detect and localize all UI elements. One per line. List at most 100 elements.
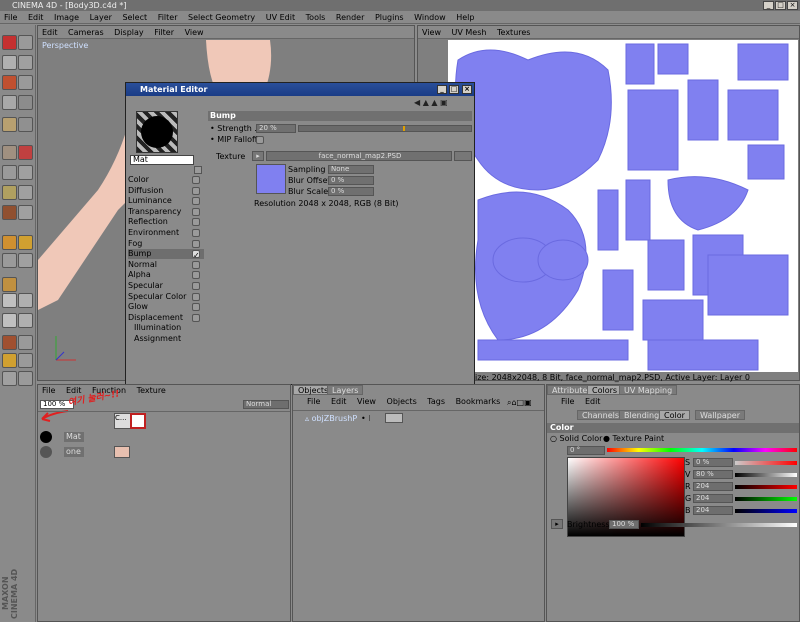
select-rect-icon[interactable]	[2, 165, 17, 180]
subtab-blending[interactable]: Blending	[619, 410, 665, 420]
star-icon[interactable]	[18, 235, 33, 250]
subtab-color[interactable]: Color	[659, 410, 690, 420]
texture-file-button[interactable]: face_normal_map2.PSD	[266, 151, 452, 161]
channel-checkbox[interactable]	[192, 271, 200, 279]
object-tags-icon[interactable]	[385, 413, 403, 423]
channel-alpha[interactable]: Alpha	[128, 270, 204, 280]
dialog-nav-arrows-icon[interactable]: ◀ ▲ ▲ ▣	[414, 98, 472, 107]
channel-assignment[interactable]: Assignment	[128, 334, 204, 344]
column-bump-icon[interactable]	[130, 413, 146, 429]
g-slider[interactable]	[735, 497, 797, 501]
brush-icon[interactable]	[2, 145, 17, 160]
uv-texture-canvas[interactable]	[448, 40, 798, 372]
channel-checkbox[interactable]	[192, 197, 200, 205]
lasso-icon[interactable]	[18, 165, 33, 180]
material-name-field[interactable]: Mat	[130, 155, 194, 165]
maximize-button[interactable]: □	[775, 1, 786, 10]
mip-falloff-checkbox[interactable]	[256, 136, 264, 144]
object-icon[interactable]	[2, 371, 17, 386]
channel-glow[interactable]: Glow	[128, 302, 204, 312]
channel-illumination[interactable]: Illumination	[128, 323, 204, 333]
camera-icon[interactable]	[18, 353, 33, 368]
channel-checkbox[interactable]	[192, 303, 200, 311]
material-ball-icon[interactable]	[40, 446, 52, 458]
brightness-field[interactable]: 100 %	[609, 520, 639, 529]
menu-uv-edit[interactable]: UV Edit	[262, 11, 299, 24]
blend-mode-dropdown[interactable]: Normal	[243, 400, 289, 409]
channel-checkbox[interactable]	[192, 240, 200, 248]
channel-checkbox[interactable]	[192, 293, 200, 301]
om-menu-tags[interactable]: Tags	[423, 396, 449, 408]
menu-select[interactable]: Select	[118, 11, 151, 24]
eraser-icon[interactable]	[18, 145, 33, 160]
sampling-dropdown[interactable]: None	[328, 165, 374, 174]
om-menu-edit[interactable]: Edit	[327, 396, 351, 408]
rotate-icon[interactable]	[18, 75, 33, 90]
r-slider[interactable]	[735, 485, 797, 489]
channel-displacement[interactable]: Displacement	[128, 313, 204, 323]
om-toolbar-icons[interactable]: ⌕⌂□▣	[507, 398, 532, 408]
strength-field[interactable]: 20 %	[256, 124, 296, 133]
r-field[interactable]: 204	[693, 482, 733, 491]
subtab-wallpaper[interactable]: Wallpaper	[695, 410, 746, 420]
solid-color-radio[interactable]: ○ Solid Color	[550, 434, 602, 443]
blur-scale-field[interactable]: 0 %	[328, 187, 374, 196]
fill-icon[interactable]	[2, 235, 17, 250]
v-field[interactable]: 80 %	[693, 470, 733, 479]
vp-menu-cameras[interactable]: Cameras	[64, 26, 108, 39]
uv-menu-view[interactable]: View	[418, 26, 445, 39]
object-visibility-icon[interactable]: • ⁝	[361, 414, 371, 423]
menu-image[interactable]: Image	[50, 11, 83, 24]
scale-icon[interactable]	[2, 75, 17, 90]
s-field[interactable]: 0 %	[693, 458, 733, 467]
material-row-name[interactable]: Mat	[64, 432, 84, 442]
texture-menu-button[interactable]: ▸	[252, 151, 264, 161]
menu-layer[interactable]: Layer	[86, 11, 116, 24]
vp-menu-filter[interactable]: Filter	[150, 26, 178, 39]
menu-render[interactable]: Render	[332, 11, 368, 24]
channel-luminance[interactable]: Luminance	[128, 196, 204, 206]
grid2-icon[interactable]	[18, 313, 33, 328]
blur-offset-field[interactable]: 0 %	[328, 176, 374, 185]
channel-transparency[interactable]: Transparency	[128, 207, 204, 217]
channel-reflection[interactable]: Reflection	[128, 217, 204, 227]
texture-browse-button[interactable]	[454, 151, 472, 161]
channel-normal[interactable]: Normal	[128, 260, 204, 270]
brightness-slider[interactable]	[641, 523, 797, 527]
move-icon[interactable]	[18, 55, 33, 70]
axis-mode-icon[interactable]	[18, 117, 33, 132]
texture-thumbnail[interactable]	[256, 164, 286, 194]
dialog-maximize-button[interactable]: □	[449, 85, 459, 94]
dialog-close-button[interactable]: ×	[462, 85, 472, 94]
cm-menu-edit[interactable]: Edit	[581, 396, 605, 408]
hue-slider[interactable]	[607, 448, 797, 452]
hue-field[interactable]: 0 °	[567, 446, 605, 455]
channel-list-scroll-icon[interactable]	[194, 166, 202, 174]
snap-icon[interactable]	[18, 335, 33, 350]
channel-checkbox[interactable]	[192, 208, 200, 216]
channel-bump[interactable]: Bump ✓	[128, 249, 204, 260]
checker-icon[interactable]	[2, 293, 17, 308]
menu-edit[interactable]: Edit	[24, 11, 48, 24]
b-field[interactable]: 204	[693, 506, 733, 515]
magnet-icon[interactable]	[2, 335, 17, 350]
om-menu-view[interactable]: View	[353, 396, 380, 408]
pan-icon[interactable]	[18, 253, 33, 268]
magnify-icon[interactable]	[2, 253, 17, 268]
tab-uv-mapping[interactable]: UV Mapping	[619, 385, 678, 395]
channel-specular[interactable]: Specular	[128, 281, 204, 291]
menu-window[interactable]: Window	[410, 11, 450, 24]
eyedropper-icon[interactable]	[2, 205, 17, 220]
close-button[interactable]: ×	[787, 1, 798, 10]
vp-menu-edit[interactable]: Edit	[38, 26, 62, 39]
minimize-button[interactable]: _	[763, 1, 774, 10]
menu-file[interactable]: File	[0, 11, 21, 24]
channel-specular-color[interactable]: Specular Color	[128, 292, 204, 302]
material-row-name[interactable]: one	[64, 447, 84, 457]
tab-colors[interactable]: Colors	[587, 385, 623, 395]
v-slider[interactable]	[735, 473, 797, 477]
smudge-icon[interactable]	[18, 185, 33, 200]
brightness-arrow-button[interactable]: ▸	[551, 519, 563, 529]
om-menu-file[interactable]: File	[303, 396, 324, 408]
object-mode-icon[interactable]	[18, 95, 33, 110]
